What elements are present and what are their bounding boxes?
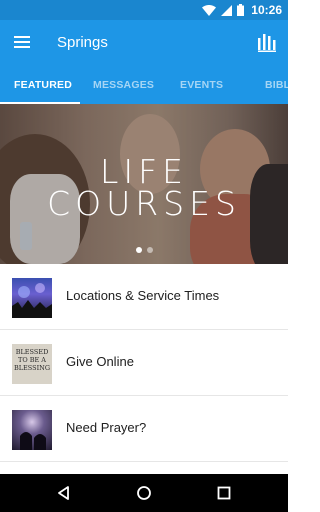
prayer-photo-icon [20, 432, 46, 450]
status-icons: 10:26 [202, 2, 282, 18]
thumb-text: TO BE A [17, 356, 46, 364]
list-item-give-online[interactable]: BLESSED TO BE A BLESSING Give Online [0, 330, 288, 396]
recents-icon[interactable] [216, 485, 232, 501]
status-time: 10:26 [251, 3, 282, 17]
list-item-need-prayer[interactable]: Need Prayer? [0, 396, 288, 462]
status-bar: 10:26 [0, 0, 288, 20]
bar-chart-icon[interactable] [258, 32, 276, 52]
hero-banner[interactable]: LIFE COURSES [0, 104, 288, 264]
carousel-dot[interactable] [147, 247, 153, 253]
blessed-photo-thumbnail: BLESSED TO BE A BLESSING [12, 344, 52, 384]
app-bar: Springs [0, 20, 288, 66]
list-item-locations[interactable]: Locations & Service Times [0, 264, 288, 330]
battery-icon [237, 4, 245, 16]
wifi-icon [202, 4, 217, 16]
thumb-text: BLESSING [13, 364, 51, 372]
worship-photo-icon [12, 283, 52, 318]
carousel-indicator [136, 247, 153, 253]
system-nav-bar [0, 474, 288, 512]
home-icon[interactable] [136, 485, 152, 501]
menu-icon[interactable] [14, 36, 30, 48]
featured-list: Locations & Service Times BLESSED TO BE … [0, 264, 288, 462]
tab-events[interactable]: EVENTS [180, 66, 223, 104]
list-item-label: Give Online [66, 354, 134, 369]
tab-featured[interactable]: FEATURED [14, 66, 72, 104]
thumb-text: BLESSED [15, 348, 49, 356]
hero-title-line2: COURSES [47, 184, 241, 223]
tab-bible[interactable]: BIBLE [265, 66, 288, 104]
signal-icon [221, 4, 233, 16]
app-title: Springs [57, 34, 108, 51]
carousel-dot-active[interactable] [136, 247, 142, 253]
tab-bar: FEATURED MESSAGES EVENTS BIBLE [0, 66, 288, 104]
list-item-label: Locations & Service Times [66, 288, 220, 303]
worship-photo-thumbnail [12, 278, 52, 318]
list-item-label: Need Prayer? [66, 420, 147, 435]
tab-messages[interactable]: MESSAGES [93, 66, 154, 104]
back-icon[interactable] [56, 485, 72, 501]
prayer-photo-thumbnail [12, 410, 52, 450]
